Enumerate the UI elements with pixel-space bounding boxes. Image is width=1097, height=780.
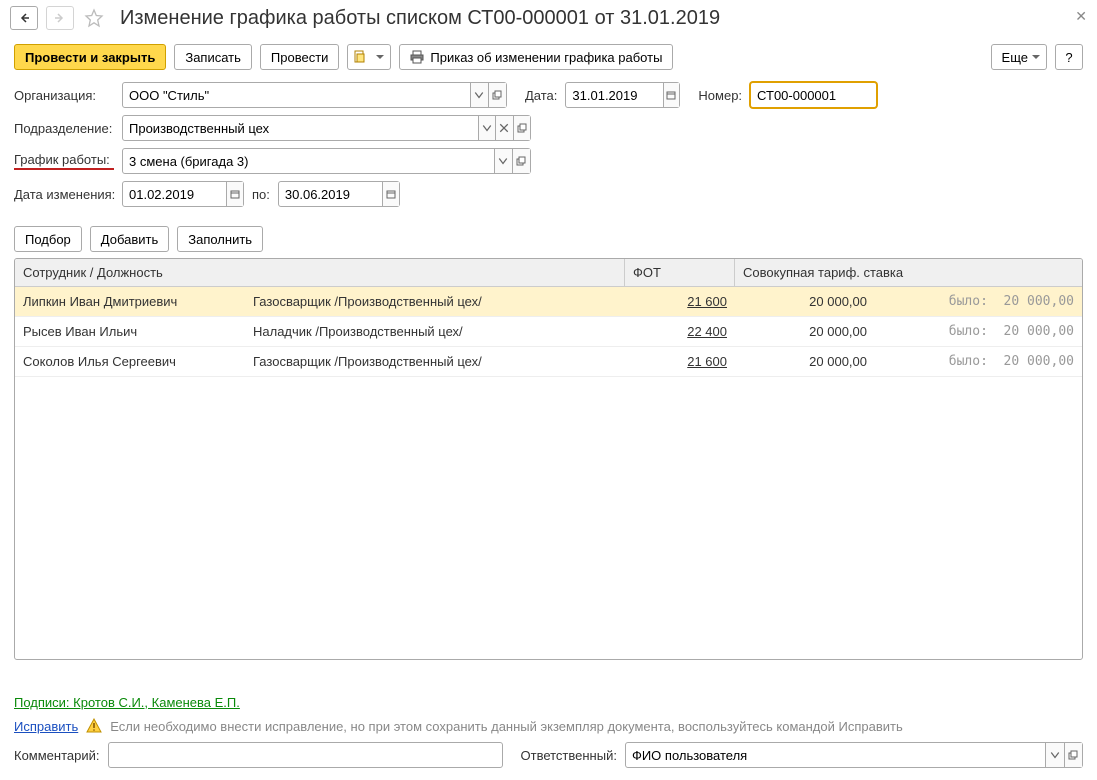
- grid-body: Липкин Иван ДмитриевичГазосварщик /Произ…: [15, 287, 1082, 377]
- cell-was: было: 20 000,00: [875, 347, 1082, 376]
- to-label: по:: [252, 187, 270, 202]
- footer: Подписи: Кротов С.И., Каменева Е.П. Испр…: [0, 687, 1097, 780]
- org-label: Организация:: [14, 88, 114, 103]
- change-from-input[interactable]: [123, 182, 226, 206]
- table-row[interactable]: Рысев Иван ИльичНаладчик /Производственн…: [15, 317, 1082, 347]
- close-button[interactable]: ✕: [1075, 8, 1087, 25]
- number-field[interactable]: [750, 82, 877, 108]
- form-area: Организация: Дата: Номер: Подразделение:…: [0, 78, 1097, 218]
- titlebar: Изменение графика работы списком СТ00-00…: [0, 0, 1097, 36]
- dropdown-icon[interactable]: [494, 149, 512, 173]
- schedule-input[interactable]: [123, 149, 494, 173]
- fill-button[interactable]: Заполнить: [177, 226, 263, 252]
- grid-header: Сотрудник / Должность ФОТ Совокупная тар…: [15, 259, 1082, 287]
- post-and-close-button[interactable]: Провести и закрыть: [14, 44, 166, 70]
- comment-input[interactable]: [109, 743, 502, 767]
- comment-field[interactable]: [108, 742, 503, 768]
- post-button[interactable]: Провести: [260, 44, 340, 70]
- more-button[interactable]: Еще: [991, 44, 1047, 70]
- add-button[interactable]: Добавить: [90, 226, 169, 252]
- schedule-label: График работы:: [14, 152, 114, 170]
- cell-position: Газосварщик /Производственный цех/: [245, 287, 625, 316]
- attachments-button[interactable]: [347, 44, 391, 70]
- dept-field[interactable]: [122, 115, 531, 141]
- document-icon: [353, 50, 367, 64]
- calendar-icon[interactable]: [382, 182, 399, 206]
- cell-fot: 21 600: [625, 287, 735, 316]
- cell-fot: 22 400: [625, 317, 735, 346]
- date-field[interactable]: [565, 82, 680, 108]
- cell-position: Газосварщик /Производственный цех/: [245, 347, 625, 376]
- responsible-label: Ответственный:: [521, 748, 617, 763]
- fix-hint: Если необходимо внести исправление, но п…: [110, 719, 902, 734]
- dropdown-icon[interactable]: [1045, 743, 1063, 767]
- cell-rate: 20 000,00: [735, 347, 875, 376]
- warning-icon: [86, 718, 102, 734]
- select-button[interactable]: Подбор: [14, 226, 82, 252]
- calendar-icon[interactable]: [663, 83, 680, 107]
- responsible-input[interactable]: [626, 743, 1045, 767]
- cell-rate: 20 000,00: [735, 317, 875, 346]
- cell-fot: 21 600: [625, 347, 735, 376]
- change-to-field[interactable]: [278, 181, 400, 207]
- change-date-label: Дата изменения:: [14, 187, 114, 202]
- cell-was: было: 20 000,00: [875, 317, 1082, 346]
- open-icon[interactable]: [513, 116, 530, 140]
- printer-icon: [410, 50, 424, 64]
- table-toolbar: Подбор Добавить Заполнить: [0, 218, 1097, 258]
- number-label: Номер:: [698, 88, 742, 103]
- change-from-field[interactable]: [122, 181, 244, 207]
- favorite-star-icon[interactable]: [82, 6, 106, 30]
- col-fot[interactable]: ФОТ: [625, 259, 735, 286]
- calendar-icon[interactable]: [226, 182, 243, 206]
- dropdown-icon[interactable]: [470, 83, 488, 107]
- cell-position: Наладчик /Производственный цех/: [245, 317, 625, 346]
- open-icon[interactable]: [1064, 743, 1082, 767]
- dept-label: Подразделение:: [14, 121, 114, 136]
- page-title: Изменение графика работы списком СТ00-00…: [120, 7, 720, 30]
- nav-back-button[interactable]: [10, 6, 38, 30]
- number-input[interactable]: [751, 83, 876, 107]
- main-toolbar: Провести и закрыть Записать Провести При…: [0, 36, 1097, 78]
- comment-label: Комментарий:: [14, 748, 100, 763]
- employee-grid: Сотрудник / Должность ФОТ Совокупная тар…: [14, 258, 1083, 660]
- col-employee[interactable]: Сотрудник / Должность: [15, 259, 625, 286]
- responsible-field[interactable]: [625, 742, 1083, 768]
- schedule-field[interactable]: [122, 148, 531, 174]
- table-row[interactable]: Соколов Илья СергеевичГазосварщик /Произ…: [15, 347, 1082, 377]
- dept-input[interactable]: [123, 116, 478, 140]
- cell-employee: Липкин Иван Дмитриевич: [15, 287, 245, 316]
- table-row[interactable]: Липкин Иван ДмитриевичГазосварщик /Произ…: [15, 287, 1082, 317]
- signatures-link[interactable]: Подписи: Кротов С.И., Каменева Е.П.: [14, 695, 240, 710]
- print-order-button[interactable]: Приказ об изменении графика работы: [399, 44, 673, 70]
- date-label: Дата:: [525, 88, 557, 103]
- date-input[interactable]: [566, 83, 662, 107]
- save-button[interactable]: Записать: [174, 44, 252, 70]
- help-button[interactable]: ?: [1055, 44, 1083, 70]
- col-rate[interactable]: Совокупная тариф. ставка: [735, 259, 1082, 286]
- open-icon[interactable]: [512, 149, 530, 173]
- org-field[interactable]: [122, 82, 507, 108]
- org-input[interactable]: [123, 83, 470, 107]
- fix-link[interactable]: Исправить: [14, 719, 78, 734]
- cell-rate: 20 000,00: [735, 287, 875, 316]
- cell-employee: Рысев Иван Ильич: [15, 317, 245, 346]
- dropdown-icon[interactable]: [478, 116, 495, 140]
- change-to-input[interactable]: [279, 182, 382, 206]
- open-icon[interactable]: [488, 83, 506, 107]
- cell-was: было: 20 000,00: [875, 287, 1082, 316]
- clear-icon[interactable]: [495, 116, 512, 140]
- nav-forward-button[interactable]: [46, 6, 74, 30]
- cell-employee: Соколов Илья Сергеевич: [15, 347, 245, 376]
